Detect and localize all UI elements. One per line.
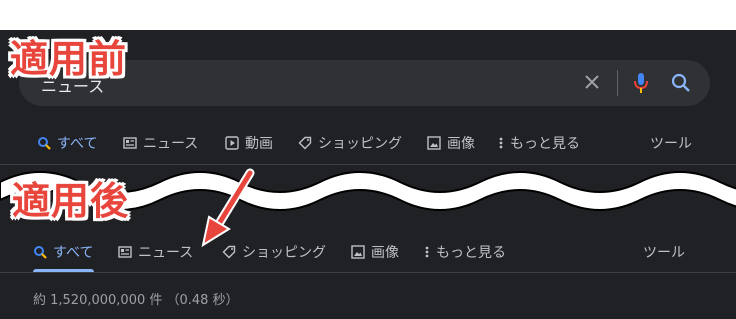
tab-label: もっと見る [510,136,580,152]
tools-button[interactable]: ツール [643,237,685,267]
tab-images[interactable]: 画像 [351,237,399,267]
tabs-after: すべて ニュース ショッピング 画像 もっと見る ツール [0,237,736,267]
tab-label: ショッピング [242,245,326,261]
news-icon [123,137,137,149]
result-stats: 約 1,520,000,000 件 （0.48 秒） [33,293,239,308]
tab-all[interactable]: すべて [33,237,93,267]
search-bar-divider [617,70,618,96]
label-after: 適用後 [12,179,130,223]
search-icon [38,137,51,150]
tab-label: すべて [53,245,94,261]
tag-icon [222,245,236,259]
tab-label: ニュース [138,245,194,261]
tab-news[interactable]: ニュース [123,128,198,158]
tab-label: ショッピング [318,136,402,152]
tab-more[interactable]: もっと見る [424,237,506,267]
tabs-divider-after [0,272,736,273]
tab-label: 動画 [245,136,273,152]
tab-videos[interactable]: 動画 [225,128,273,158]
tools-button[interactable]: ツール [650,128,692,158]
top-strip [0,0,736,30]
tab-images[interactable]: 画像 [427,128,475,158]
tab-label: すべて [57,136,98,152]
news-icon [118,246,132,258]
tab-all[interactable]: すべて [37,128,97,158]
tab-label: もっと見る [436,245,506,261]
more-vertical-icon [425,246,429,258]
tab-shopping[interactable]: ショッピング [298,128,402,158]
search-icon [34,246,47,259]
tab-label: 画像 [447,136,475,152]
tab-label: 画像 [371,245,399,261]
label-before: 適用前 [10,37,128,81]
microphone-icon[interactable] [629,70,653,96]
image-icon [427,136,441,150]
tab-shopping[interactable]: ショッピング [222,237,326,267]
close-icon[interactable] [579,69,605,95]
more-vertical-icon [499,137,503,149]
tab-news[interactable]: ニュース [118,237,193,267]
tab-more[interactable]: もっと見る [498,128,580,158]
tab-label: ニュース [143,136,199,152]
play-icon [225,136,239,150]
tag-icon [298,136,312,150]
search-icon[interactable] [669,71,693,95]
tabs-before: すべて ニュース 動画 ショッピング 画像 もっと見る ツール [0,128,736,158]
image-icon [351,245,365,259]
